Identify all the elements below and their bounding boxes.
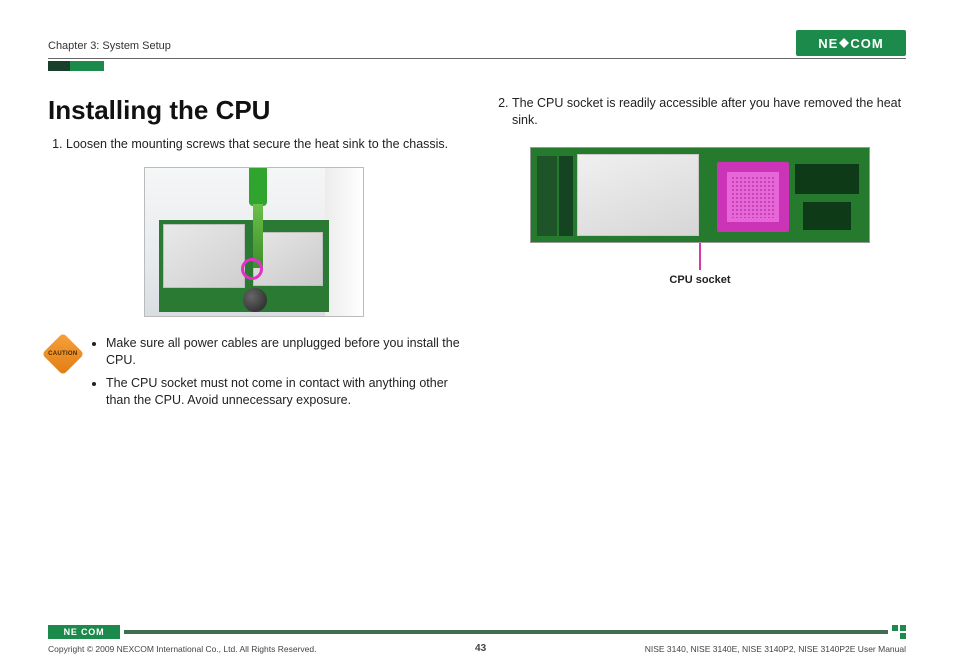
caution-icon: CAUTION <box>42 333 84 375</box>
fig2-component <box>795 164 859 194</box>
header-accent-bar <box>48 61 104 71</box>
footer-meta: Copyright © 2009 NEXCOM International Co… <box>48 643 906 654</box>
footer-square <box>892 625 898 631</box>
step-1: Loosen the mounting screws that secure t… <box>66 136 460 153</box>
caution-item-1: Make sure all power cables are unplugged… <box>106 335 460 369</box>
fig2-cpu-socket-pins <box>731 176 775 218</box>
section-title: Installing the CPU <box>48 95 460 126</box>
header-rule <box>48 58 906 59</box>
nexcom-logo: NE COM <box>796 30 906 56</box>
step-2: The CPU socket is readily accessible aft… <box>512 95 906 129</box>
caution-item-2: The CPU socket must not come in contact … <box>106 375 460 409</box>
footer-square <box>900 625 906 631</box>
nexcom-logo-text: NE COM <box>818 36 883 51</box>
page-header: Chapter 3: System Setup NE COM <box>48 22 906 56</box>
steps-list-right: The CPU socket is readily accessible aft… <box>494 95 906 129</box>
logo-text-left: NE <box>818 36 838 51</box>
footer-page-number: 43 <box>475 643 486 654</box>
right-column: The CPU socket is readily accessible aft… <box>494 95 906 625</box>
left-column: Installing the CPU Loosen the mounting s… <box>48 95 460 625</box>
page-footer: NE COM Copyright © 2009 NEXCOM Internati… <box>48 625 906 654</box>
fig2-component <box>803 202 851 230</box>
figure-1-heatsink-screws <box>144 167 364 317</box>
fig2-callout-label: CPU socket <box>669 274 730 286</box>
logo-notch-icon <box>844 38 849 48</box>
fig1-screw-highlight-circle <box>241 258 263 280</box>
footer-manual-name: NISE 3140, NISE 3140E, NISE 3140P2, NISE… <box>645 644 906 654</box>
figure-1-container <box>48 167 460 317</box>
fig1-heatsink-right <box>253 232 323 286</box>
accent-dark <box>48 61 70 71</box>
fig1-capacitor <box>243 288 267 312</box>
footer-bar: NE COM <box>48 625 906 639</box>
footer-square <box>900 633 906 639</box>
steps-list-left: Loosen the mounting screws that secure t… <box>48 136 460 153</box>
logo-text-right: COM <box>850 36 883 51</box>
caution-list: Make sure all power cables are unplugged… <box>88 335 460 415</box>
fig2-connector <box>537 156 557 236</box>
fig1-chassis-edge <box>325 168 363 316</box>
figure-2-cpu-socket <box>530 147 870 243</box>
fig2-callout-line <box>699 242 701 270</box>
accent-light <box>70 61 104 71</box>
caution-block: CAUTION Make sure all power cables are u… <box>48 335 460 415</box>
footer-logo: NE COM <box>48 625 120 639</box>
footer-line <box>124 630 888 634</box>
caution-icon-text: CAUTION <box>48 351 77 357</box>
footer-squares-icon <box>888 625 906 639</box>
fig2-metal-plate <box>577 154 699 236</box>
fig1-heatsink-left <box>163 224 245 288</box>
figure-2-container: CPU socket <box>494 147 906 286</box>
chapter-label: Chapter 3: System Setup <box>48 40 171 56</box>
fig1-screwdriver-handle <box>249 167 267 206</box>
content-columns: Installing the CPU Loosen the mounting s… <box>48 95 906 625</box>
page: Chapter 3: System Setup NE COM Installin… <box>0 0 954 672</box>
footer-copyright: Copyright © 2009 NEXCOM International Co… <box>48 644 316 654</box>
fig2-connector <box>559 156 573 236</box>
